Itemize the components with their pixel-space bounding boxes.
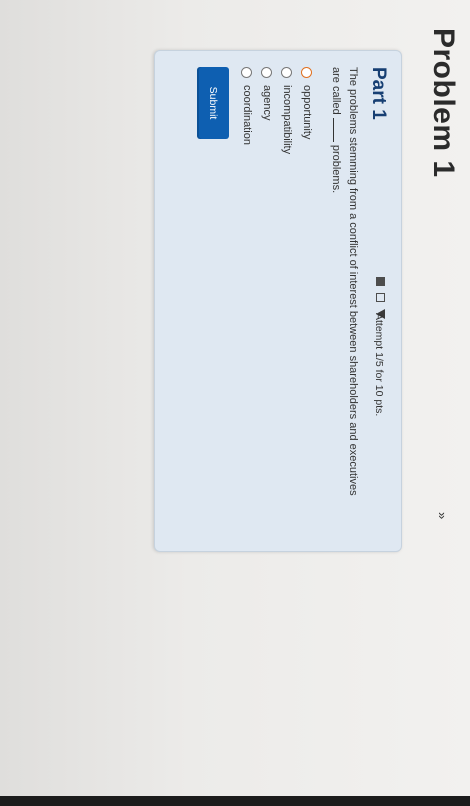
option-label: coordination [241, 85, 253, 145]
option-opportunity[interactable]: opportunity [297, 67, 317, 154]
expand-icon[interactable]: » [435, 512, 450, 519]
part-card: Part 1 Attempt 1/5 for 10 pts. The probl… [154, 50, 402, 552]
submit-button[interactable]: Submit [197, 67, 229, 139]
radio-button[interactable] [301, 67, 313, 78]
problem-page: Problem 1 » Part 1 Attempt 1/5 for 10 pt… [0, 0, 470, 806]
option-label: agency [261, 85, 273, 121]
option-coordination[interactable]: coordination [237, 67, 257, 154]
outlined-square-icon[interactable] [376, 293, 385, 302]
option-label: opportunity [301, 85, 313, 140]
radio-button[interactable] [261, 67, 273, 78]
square-icon[interactable] [376, 277, 385, 286]
part-title: Part 1 [368, 67, 389, 120]
attempt-counter: Attempt 1/5 for 10 pts. [373, 313, 385, 417]
question-text: The problems stemming from a conflict of… [327, 67, 361, 507]
radio-button[interactable] [281, 67, 293, 78]
option-agency[interactable]: agency [257, 67, 277, 154]
page-title: Problem 1 [427, 28, 460, 178]
question-text-after: problems. [330, 144, 342, 194]
option-incompatibility[interactable]: incompatibility [277, 67, 297, 154]
radio-button[interactable] [241, 67, 253, 78]
option-label: incompatibility [281, 85, 293, 155]
answer-blank [333, 117, 344, 142]
answer-options: opportunity incompatibility agency coord… [237, 67, 317, 154]
